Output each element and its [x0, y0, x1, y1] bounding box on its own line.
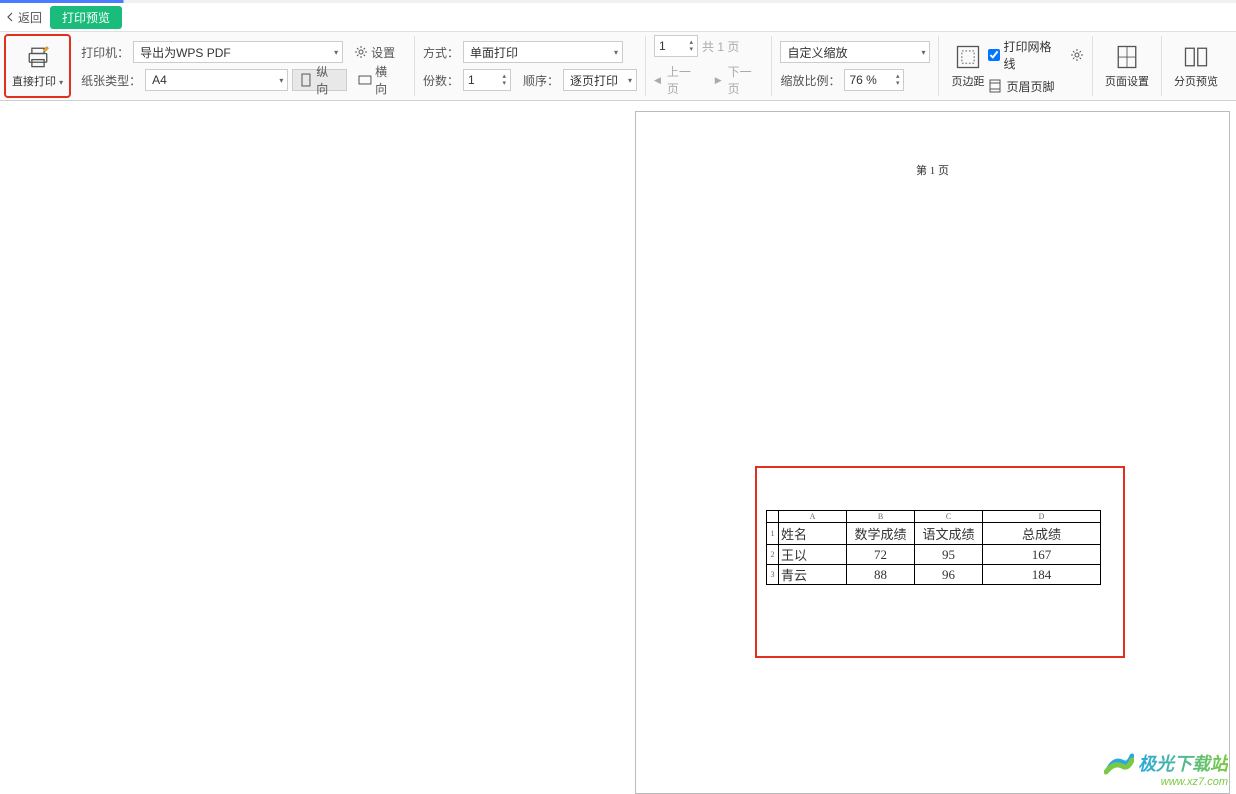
- portrait-label: 纵向: [316, 63, 340, 97]
- margins-group: 页边距 打印网格线 页眉页脚: [939, 36, 1093, 96]
- pagenav-group: 1 ▴▾ 共 1 页 ◀ 上一页 ▶ 下一页: [646, 36, 772, 96]
- prev-page-button[interactable]: 上一页: [667, 63, 703, 97]
- checkbox-icon[interactable]: [988, 49, 1000, 61]
- direct-print-label: 直接打印 ▾: [12, 73, 63, 89]
- page-break-button[interactable]: 分页预览: [1170, 43, 1222, 89]
- page-break-icon: [1182, 43, 1210, 71]
- chevron-down-icon: ▾: [628, 76, 632, 85]
- watermark-logo-icon: [1104, 750, 1134, 776]
- landscape-button[interactable]: 横向: [351, 69, 406, 91]
- scale-mode-value: 自定义缩放: [787, 44, 917, 61]
- gridlines-label: 打印网格线: [1003, 38, 1063, 72]
- scale-mode-combo[interactable]: 自定义缩放 ▾: [780, 41, 930, 63]
- landscape-icon: [358, 73, 372, 87]
- page-setup-button[interactable]: 页面设置: [1101, 43, 1153, 89]
- chevron-left-icon: [6, 12, 16, 22]
- order-label: 顺序：: [523, 72, 559, 89]
- direct-print-button[interactable]: 直接打印 ▾: [4, 34, 71, 98]
- scale-label: 缩放比例：: [780, 72, 840, 89]
- paper-value: A4: [152, 73, 275, 87]
- watermark: 极光下载站 www.xz7.com: [1104, 750, 1228, 788]
- printer-label: 打印机：: [81, 44, 129, 61]
- page-break-group: 分页预览: [1162, 36, 1230, 96]
- margins-icon: [954, 43, 982, 71]
- printer-icon: [24, 43, 52, 71]
- preview-page: 第 1 页 A B C D 1 姓名 数学成绩 语文成绩 总成绩 2 王以 72…: [635, 111, 1230, 794]
- scale-value-input[interactable]: 76 % ▴▾: [844, 69, 904, 91]
- chevron-down-icon: ▾: [279, 76, 283, 85]
- tab-label: 打印预览: [62, 11, 110, 25]
- page-setup-icon: [1113, 43, 1141, 71]
- highlight-frame: [755, 466, 1125, 658]
- gear-icon: [354, 45, 368, 59]
- page-setup-label: 页面设置: [1105, 73, 1149, 89]
- tab-print-preview[interactable]: 打印预览: [50, 6, 122, 29]
- printer-value: 导出为WPS PDF: [140, 44, 330, 61]
- mode-value: 单面打印: [470, 44, 610, 61]
- back-label: 返回: [18, 9, 42, 26]
- settings-label: 设置: [371, 44, 395, 61]
- tab-row: 返回 打印预览: [0, 3, 1236, 31]
- printer-group: 打印机： 导出为WPS PDF ▾ 设置 纸张类型： A4 ▾ 纵: [73, 36, 415, 96]
- toolbar: 直接打印 ▾ 打印机： 导出为WPS PDF ▾ 设置 纸张类型： A4 ▾: [0, 31, 1236, 101]
- scale-group: 自定义缩放 ▾ 缩放比例： 76 % ▴▾: [772, 36, 939, 96]
- header-footer-label: 页眉页脚: [1006, 78, 1054, 95]
- chevron-left-icon: ◀: [654, 75, 661, 86]
- portrait-icon: [299, 73, 313, 87]
- page-indicator: 第 1 页: [636, 162, 1229, 178]
- gear-icon[interactable]: [1070, 48, 1084, 62]
- back-button[interactable]: 返回: [6, 9, 42, 26]
- mode-group: 方式： 单面打印 ▾ 份数： 1 ▴▾ 顺序： 逐页打印 ▾: [415, 36, 646, 96]
- chevron-right-icon: ▶: [715, 75, 722, 86]
- order-value: 逐页打印: [570, 72, 624, 89]
- paper-label: 纸张类型：: [81, 72, 141, 89]
- page-setup-group: 页面设置: [1093, 36, 1162, 96]
- preview-area: 第 1 页 A B C D 1 姓名 数学成绩 语文成绩 总成绩 2 王以 72…: [0, 101, 1236, 794]
- margins-label: 页边距: [951, 73, 984, 89]
- portrait-button[interactable]: 纵向: [292, 69, 347, 91]
- order-combo[interactable]: 逐页打印 ▾: [563, 69, 637, 91]
- page-break-label: 分页预览: [1174, 73, 1218, 89]
- print-gridlines-checkbox[interactable]: 打印网格线: [988, 38, 1084, 72]
- page-input[interactable]: 1 ▴▾: [654, 35, 698, 57]
- paper-combo[interactable]: A4 ▾: [145, 69, 288, 91]
- copies-input[interactable]: 1 ▴▾: [463, 69, 511, 91]
- printer-combo[interactable]: 导出为WPS PDF ▾: [133, 41, 343, 63]
- mode-combo[interactable]: 单面打印 ▾: [463, 41, 623, 63]
- landscape-label: 横向: [375, 63, 399, 97]
- settings-button[interactable]: 设置: [347, 41, 402, 63]
- spinner-icon[interactable]: ▴▾: [689, 39, 693, 53]
- chevron-down-icon: ▾: [921, 48, 925, 57]
- chevron-down-icon: ▾: [334, 48, 338, 57]
- copies-value: 1: [468, 73, 475, 87]
- scale-value: 76 %: [849, 73, 876, 87]
- margins-button[interactable]: 页边距: [947, 43, 988, 89]
- page-value: 1: [659, 39, 666, 53]
- header-footer-button[interactable]: 页眉页脚: [988, 78, 1084, 95]
- next-page-button[interactable]: 下一页: [728, 63, 764, 97]
- mode-label: 方式：: [423, 44, 459, 61]
- spinner-icon[interactable]: ▴▾: [502, 73, 506, 87]
- total-pages: 共 1 页: [702, 38, 739, 55]
- watermark-brand: 极光下载站: [1138, 750, 1228, 776]
- spinner-icon[interactable]: ▴▾: [896, 73, 900, 87]
- copies-label: 份数：: [423, 72, 459, 89]
- header-footer-icon: [988, 79, 1002, 93]
- chevron-down-icon: ▾: [614, 48, 618, 57]
- watermark-url: www.xz7.com: [1161, 776, 1228, 788]
